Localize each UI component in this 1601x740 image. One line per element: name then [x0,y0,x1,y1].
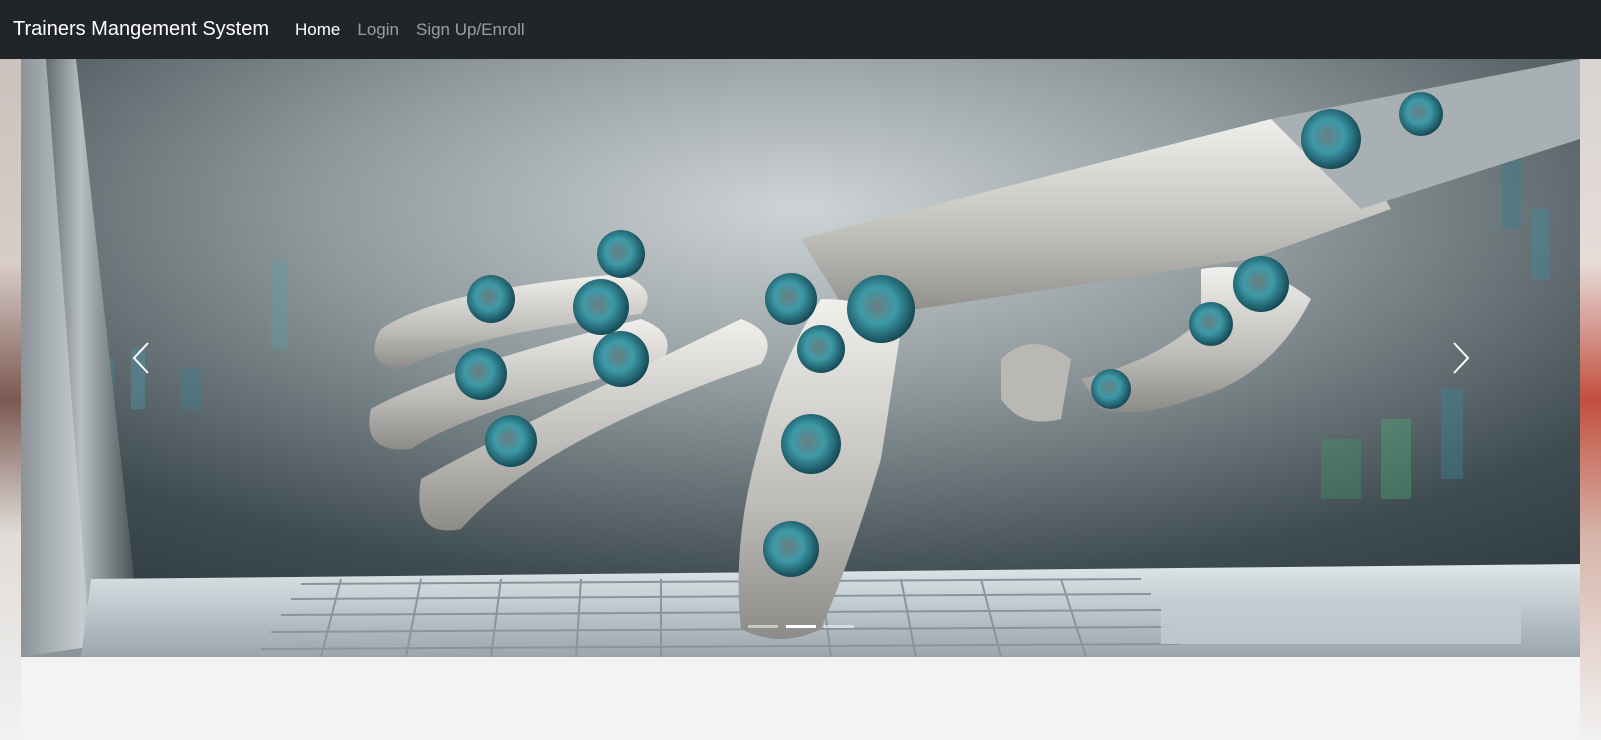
carousel-indicators [21,625,1580,628]
nav-link-signup[interactable]: Sign Up/Enroll [416,20,525,40]
chevron-right-icon [1453,342,1470,374]
next-slide-edge [1580,59,1601,740]
nav-link-home[interactable]: Home [295,20,340,40]
carousel-prev-button[interactable] [81,59,201,657]
previous-slide-edge [0,59,21,740]
nav-link-login[interactable]: Login [357,20,399,40]
chevron-left-icon [132,342,149,374]
top-navbar: Trainers Mangement System Home Login Sig… [0,0,1601,59]
hero-carousel [21,59,1580,657]
navbar-brand[interactable]: Trainers Mangement System [13,18,269,41]
slide-image-robot-hand [21,59,1580,657]
carousel-indicator-1[interactable] [747,625,778,628]
carousel-indicator-2[interactable] [785,625,816,628]
nav-links: Home Login Sign Up/Enroll [295,20,542,40]
carousel-indicator-3[interactable] [823,625,854,628]
content-area [21,657,1580,740]
carousel-next-button[interactable] [1401,59,1521,657]
